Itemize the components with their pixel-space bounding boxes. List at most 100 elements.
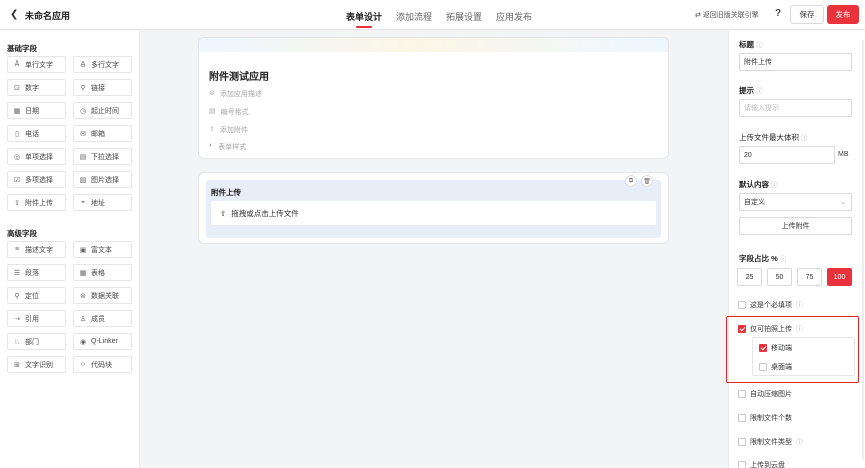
tab-app-publish[interactable]: 应用发布 [496, 0, 532, 30]
question-icon: ⓘ [801, 135, 808, 142]
width-ratio-label: 字段占比 % ⓘ [739, 253, 786, 264]
desktop-label: 桌面端 [771, 364, 792, 371]
number-format-link[interactable]: ▤ 编号格式 [209, 107, 249, 117]
field-label: 单行文字 [25, 61, 53, 69]
help-icon[interactable]: ? [775, 8, 781, 19]
upload-hint: 拖拽或点击上传文件 [231, 208, 299, 218]
field-label: 起止时间 [91, 107, 119, 115]
tab-form-design[interactable]: 表单设计 [346, 0, 382, 30]
hint-input[interactable]: 请输入提示 [739, 99, 852, 117]
selected-field-box[interactable]: 附件上传 ⇧ 拖拽或点击上传文件 [206, 180, 661, 238]
field-advanced-11[interactable]: ‹› 代码块 [73, 356, 132, 373]
upload-attachment-button[interactable]: 上传附件 [739, 217, 852, 235]
meta-label: 表单样式 [218, 144, 247, 151]
field-basic-13[interactable]: ⌖ 地址 [73, 194, 132, 211]
attachment-field-card[interactable]: 附件上传 ⇧ 拖拽或点击上传文件 [198, 172, 669, 244]
field-basic-2[interactable]: ⊡ 数字 [7, 79, 66, 96]
field-advanced-0[interactable]: ≡ 描述文字 [7, 241, 66, 258]
size-unit: MB [838, 151, 849, 158]
field-label: 链接 [91, 84, 105, 92]
field-icon: A̲ [80, 61, 86, 68]
return-legacy-engine-link[interactable]: ⇄ 返回旧版关联引擎 [695, 10, 759, 20]
form-style-link[interactable]: ◐ 表单样式 [209, 142, 246, 152]
field-icon: Ā [14, 61, 20, 68]
field-basic-6[interactable]: ▯ 电话 [7, 125, 66, 142]
title-input[interactable]: 附件上传 [739, 53, 852, 71]
delete-icon[interactable]: 🗑 [641, 175, 653, 187]
field-icon: ▯ [15, 130, 19, 138]
field-advanced-1[interactable]: ▣ 富文本 [73, 241, 132, 258]
field-advanced-6[interactable]: ⇢ 引用 [7, 310, 66, 327]
field-basic-0[interactable]: Ā 单行文字 [7, 56, 66, 73]
limit-count-checkbox[interactable]: 限制文件个数 [738, 413, 792, 423]
add-attachment-link[interactable]: ⇧ 添加附件 [209, 125, 248, 135]
upload-dropzone[interactable]: ⇧ 拖拽或点击上传文件 [211, 201, 656, 225]
compress-label: 自动压缩图片 [750, 391, 792, 398]
width-option-75[interactable]: 75 [797, 268, 822, 286]
width-option-100[interactable]: 100 [827, 268, 852, 286]
limit-count-label: 限制文件个数 [750, 415, 792, 422]
field-label: 描述文字 [25, 246, 53, 254]
limit-type-checkbox[interactable]: 限制文件类型 ⓘ [738, 437, 803, 447]
field-advanced-2[interactable]: ☰ 段落 [7, 264, 66, 281]
publish-button[interactable]: 发布 [827, 5, 859, 24]
field-basic-3[interactable]: ⚲ 链接 [73, 79, 132, 96]
field-basic-4[interactable]: ▦ 日期 [7, 102, 66, 119]
field-basic-12[interactable]: ⇧ 附件上传 [7, 194, 66, 211]
field-label: 单项选择 [25, 153, 53, 161]
field-basic-7[interactable]: ✉ 邮箱 [73, 125, 132, 142]
field-advanced-8[interactable]: ♘ 部门 [7, 333, 66, 350]
field-icon: ♘ [13, 338, 21, 346]
field-label: 日期 [25, 107, 39, 115]
upload-icon: ⇧ [220, 208, 227, 218]
field-basic-8[interactable]: ◎ 单项选择 [7, 148, 66, 165]
question-icon: ⓘ [756, 88, 763, 95]
save-button[interactable]: 保存 [790, 5, 824, 24]
camera-only-checkbox[interactable]: 仅可拍照上传 ⓘ [738, 324, 803, 334]
checkbox-box [738, 414, 746, 422]
mobile-checkbox[interactable]: 移动端 [759, 343, 792, 353]
default-content-label: 默认内容 ⓘ [739, 179, 778, 190]
question-icon: ⓘ [796, 439, 803, 446]
basic-fields-title: 基础字段 [7, 44, 37, 53]
field-basic-11[interactable]: ▨ 图片选择 [73, 171, 132, 188]
field-advanced-10[interactable]: ⊞ 文字识别 [7, 356, 66, 373]
max-size-input[interactable]: 20 [739, 146, 835, 164]
scrollbar[interactable] [862, 40, 864, 460]
field-label: 数据关联 [91, 292, 119, 300]
desktop-checkbox[interactable]: 桌面端 [759, 362, 792, 372]
default-content-select[interactable]: 自定义 ⌄ [739, 193, 852, 211]
upload-cloud-checkbox[interactable]: 上传到云盘 [738, 460, 785, 468]
field-advanced-5[interactable]: ⊜ 数据关联 [73, 287, 132, 304]
width-option-50[interactable]: 50 [767, 268, 792, 286]
chevron-left-icon[interactable]: ❮ [10, 9, 18, 20]
field-advanced-7[interactable]: ♙ 成员 [73, 310, 132, 327]
field-icon: ✉ [80, 130, 86, 138]
field-basic-10[interactable]: ☑ 多项选择 [7, 171, 66, 188]
field-icon: ♙ [79, 315, 87, 323]
field-basic-5[interactable]: ◷ 起止时间 [73, 102, 132, 119]
field-label: 引用 [25, 315, 39, 323]
copy-icon[interactable]: ⧉ [625, 175, 637, 187]
field-advanced-4[interactable]: ⚲ 定位 [7, 287, 66, 304]
required-checkbox[interactable]: 这是个必填项 ⓘ [738, 300, 803, 310]
form-header-card[interactable]: 附件测试应用 ⊜ 添加应用描述 ▤ 编号格式 ⇧ 添加附件 ◐ 表单样式 [198, 37, 669, 159]
auto-compress-checkbox[interactable]: 自动压缩图片 [738, 389, 792, 399]
field-icon: ⇧ [14, 199, 20, 207]
field-advanced-9[interactable]: ◉ Q-Linker [73, 333, 132, 350]
field-icon: ▦ [13, 107, 21, 115]
tab-add-process[interactable]: 添加流程 [396, 0, 432, 30]
max-size-label: 上传文件最大体积 ⓘ [739, 132, 808, 143]
field-basic-1[interactable]: A̲ 多行文字 [73, 56, 132, 73]
width-option-25[interactable]: 25 [737, 268, 762, 286]
checkbox-box [759, 363, 767, 371]
hint-label-text: 提示 [739, 86, 754, 95]
add-description-link[interactable]: ⊜ 添加应用描述 [209, 89, 262, 99]
field-basic-9[interactable]: ▤ 下拉选择 [73, 148, 132, 165]
field-label: 表格 [91, 269, 105, 277]
field-advanced-3[interactable]: ▦ 表格 [73, 264, 132, 281]
question-icon: ⓘ [756, 42, 763, 49]
tab-extend-settings[interactable]: 拓展设置 [446, 0, 482, 30]
app-title: 未命名应用 [25, 11, 71, 21]
form-title[interactable]: 附件测试应用 [209, 68, 269, 83]
